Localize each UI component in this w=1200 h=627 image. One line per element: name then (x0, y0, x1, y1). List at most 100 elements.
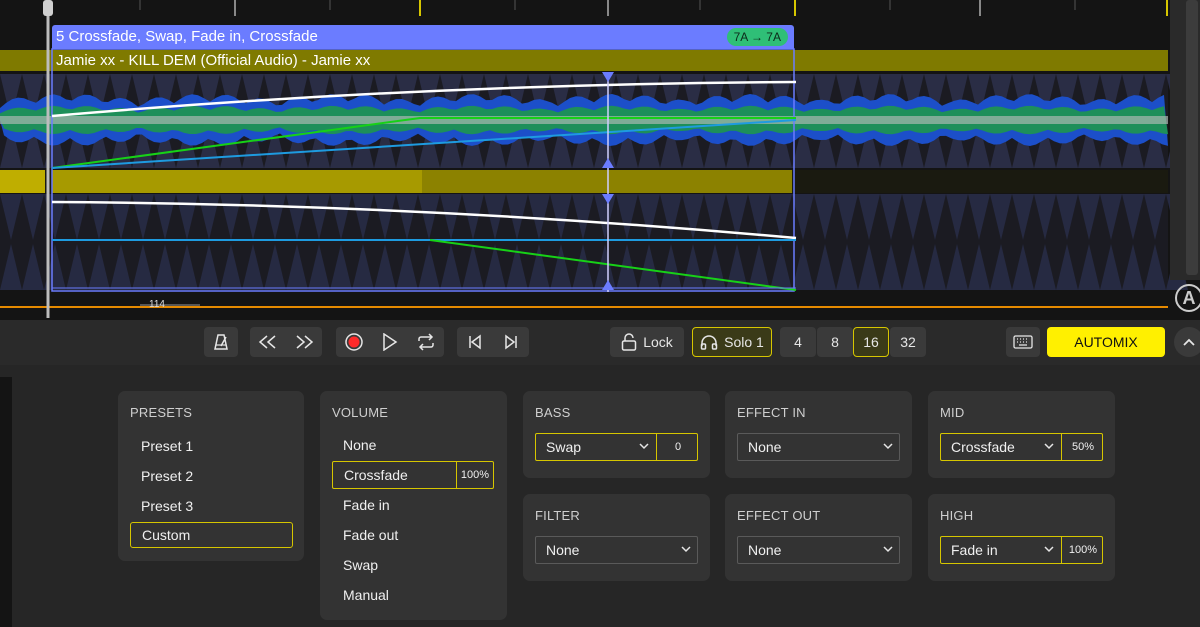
beats-32-label: 32 (900, 334, 916, 350)
chevron-down-icon (681, 546, 691, 553)
playhead-handle (43, 0, 53, 16)
solo-label: Solo 1 (724, 334, 764, 350)
beats-4-button[interactable]: 4 (780, 327, 816, 357)
seek-group (250, 327, 322, 357)
collapse-button[interactable] (1174, 327, 1200, 357)
automix-button[interactable]: AUTOMIX (1047, 327, 1165, 357)
chevron-down-icon (639, 443, 649, 450)
effect-out-card: EFFECT OUT None (725, 494, 912, 581)
rewind-button[interactable] (250, 335, 286, 349)
transition-clip-header[interactable]: 5 Crossfade, Swap, Fade in, Crossfade 7A… (52, 25, 794, 49)
mid-amount[interactable]: 50% (1061, 434, 1104, 460)
skip-next-icon (505, 334, 517, 350)
effect-in-card: EFFECT IN None (725, 391, 912, 478)
loop-icon (418, 333, 434, 351)
presets-title: PRESETS (130, 405, 193, 420)
volume-title: VOLUME (332, 405, 389, 420)
beats-16-button[interactable]: 16 (853, 327, 889, 357)
presets-card: PRESETS Preset 1 Preset 2 Preset 3 Custo… (118, 391, 304, 561)
transition-clip-label: 5 Crossfade, Swap, Fade in, Crossfade (56, 28, 318, 45)
timeline-area[interactable]: 5 Crossfade, Swap, Fade in, Crossfade 7A… (0, 0, 1200, 320)
effect-in-select-value: None (748, 439, 782, 455)
playback-group (336, 327, 444, 357)
lock-label: Lock (643, 334, 673, 350)
effect-out-select[interactable]: None (737, 536, 900, 564)
volume-fade-out-option[interactable]: Fade out (332, 521, 398, 549)
scrollbar-thumb (1186, 0, 1198, 275)
track-bar-lower (422, 170, 792, 193)
chevron-down-icon (883, 443, 893, 450)
transition-settings-panel: PRESETS Preset 1 Preset 2 Preset 3 Custo… (0, 365, 1200, 627)
metronome-icon (212, 333, 230, 351)
preset-custom-option[interactable]: Custom (130, 522, 293, 548)
bass-card: BASS Swap 0 (523, 391, 710, 478)
metronome-button[interactable] (204, 327, 238, 357)
filter-select-value: None (546, 542, 580, 558)
solo-button[interactable]: Solo 1 (692, 327, 772, 357)
volume-crossfade-label: Crossfade (344, 467, 408, 483)
chevron-up-icon (1183, 338, 1195, 346)
high-select[interactable]: Fade in 100% (940, 536, 1103, 564)
mid-select-value: Crossfade (951, 439, 1015, 455)
lock-icon (621, 333, 637, 351)
preset-1-option[interactable]: Preset 1 (130, 433, 293, 459)
key-badge: 7A → 7A (726, 28, 788, 46)
skip-next-button[interactable] (493, 334, 529, 350)
volume-crossfade-option[interactable]: Crossfade 100% (332, 461, 494, 489)
mid-card: MID Crossfade 50% (928, 391, 1115, 478)
high-title: HIGH (940, 508, 974, 523)
high-select-value: Fade in (951, 542, 998, 558)
filter-card: FILTER None (523, 494, 710, 581)
bpm-marker: 114 (149, 299, 165, 310)
keyboard-button[interactable] (1006, 327, 1040, 357)
preset-2-option[interactable]: Preset 2 (130, 463, 293, 489)
chevron-down-icon (883, 546, 893, 553)
keyboard-icon (1013, 335, 1033, 349)
volume-swap-option[interactable]: Swap (332, 551, 378, 579)
left-strip (0, 377, 12, 627)
volume-none-option[interactable]: None (332, 431, 376, 459)
volume-card: VOLUME None Crossfade 100% Fade in Fade … (320, 391, 507, 620)
effect-in-select[interactable]: None (737, 433, 900, 461)
filter-title: FILTER (535, 508, 581, 523)
volume-fade-in-option[interactable]: Fade in (332, 491, 390, 519)
headphones-icon (700, 335, 718, 350)
skip-previous-button[interactable] (457, 334, 493, 350)
filter-select[interactable]: None (535, 536, 698, 564)
chevron-down-icon (1044, 443, 1054, 450)
mid-title: MID (940, 405, 965, 420)
high-amount[interactable]: 100% (1061, 537, 1104, 563)
chevron-down-icon (1044, 546, 1054, 553)
automix-logo-icon: A (1175, 284, 1200, 312)
beats-16-label: 16 (863, 334, 879, 350)
mid-select[interactable]: Crossfade 50% (940, 433, 1103, 461)
track-bar-lower (52, 170, 422, 193)
skip-previous-icon (469, 334, 481, 350)
bass-select-value: Swap (546, 439, 582, 455)
effect-out-title: EFFECT OUT (737, 508, 821, 523)
volume-manual-option[interactable]: Manual (332, 581, 389, 609)
effect-out-select-value: None (748, 542, 782, 558)
skip-group (457, 327, 529, 357)
bass-amount[interactable]: 0 (656, 434, 699, 460)
play-icon (383, 333, 398, 351)
loop-button[interactable] (408, 333, 444, 351)
fast-forward-button[interactable] (286, 335, 322, 349)
beats-32-button[interactable]: 32 (890, 327, 926, 357)
record-icon (345, 333, 363, 351)
volume-crossfade-value[interactable]: 100% (455, 462, 493, 488)
beats-8-label: 8 (831, 334, 839, 350)
track-title: Jamie xx - KILL DEM (Official Audio) - J… (56, 52, 371, 69)
beats-4-label: 4 (794, 334, 802, 350)
preset-3-option[interactable]: Preset 3 (130, 493, 293, 519)
play-button[interactable] (372, 333, 408, 351)
automix-label: AUTOMIX (1074, 334, 1138, 350)
track-bar-lower (0, 170, 45, 193)
lock-button[interactable]: Lock (610, 327, 684, 357)
bass-select[interactable]: Swap 0 (535, 433, 698, 461)
effect-in-title: EFFECT IN (737, 405, 806, 420)
record-button[interactable] (336, 332, 372, 352)
beats-8-button[interactable]: 8 (817, 327, 853, 357)
bass-title: BASS (535, 405, 571, 420)
rewind-icon (258, 335, 276, 349)
